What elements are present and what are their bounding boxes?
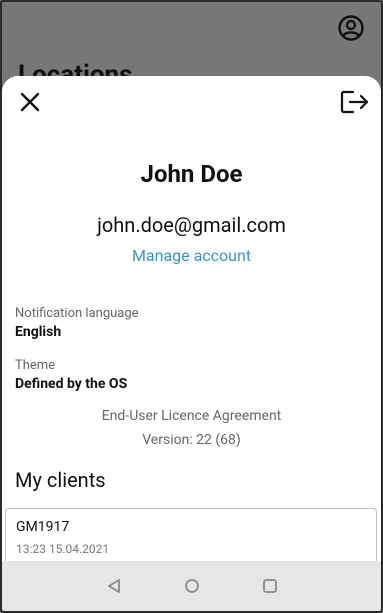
client-timestamp: 13:23 15.04.2021 xyxy=(16,542,110,556)
system-navigation-bar xyxy=(2,561,381,611)
clients-section-title: My clients xyxy=(15,468,106,492)
back-icon[interactable] xyxy=(102,574,126,598)
home-icon[interactable] xyxy=(180,574,204,598)
recents-icon[interactable] xyxy=(258,574,282,598)
phone-screen: Locations John Doe john.doe@gmail.com Ma… xyxy=(0,0,383,613)
setting-value: English xyxy=(15,324,62,340)
logout-icon xyxy=(340,89,370,119)
user-name: John Doe xyxy=(140,160,243,188)
setting-label: Notification language xyxy=(15,306,139,321)
close-button[interactable] xyxy=(14,88,46,120)
theme-setting[interactable]: Theme Defined by the OS xyxy=(15,358,127,392)
account-sheet: John Doe john.doe@gmail.com Manage accou… xyxy=(2,76,381,563)
close-icon xyxy=(19,91,41,117)
notification-language-setting[interactable]: Notification language English xyxy=(15,306,139,340)
setting-label: Theme xyxy=(15,358,56,373)
eula-link[interactable]: End-User Licence Agreement xyxy=(2,408,381,424)
client-name: GM1917 xyxy=(16,519,70,535)
client-card[interactable]: GM1917 13:23 15.04.2021 xyxy=(5,508,377,563)
logout-button[interactable] xyxy=(339,88,371,120)
user-email: john.doe@gmail.com xyxy=(97,213,286,237)
account-circle-icon[interactable] xyxy=(337,14,365,42)
setting-value: Defined by the OS xyxy=(15,376,128,392)
version-text: Version: 22 (68) xyxy=(142,432,241,448)
manage-account-link[interactable]: Manage account xyxy=(2,246,381,265)
